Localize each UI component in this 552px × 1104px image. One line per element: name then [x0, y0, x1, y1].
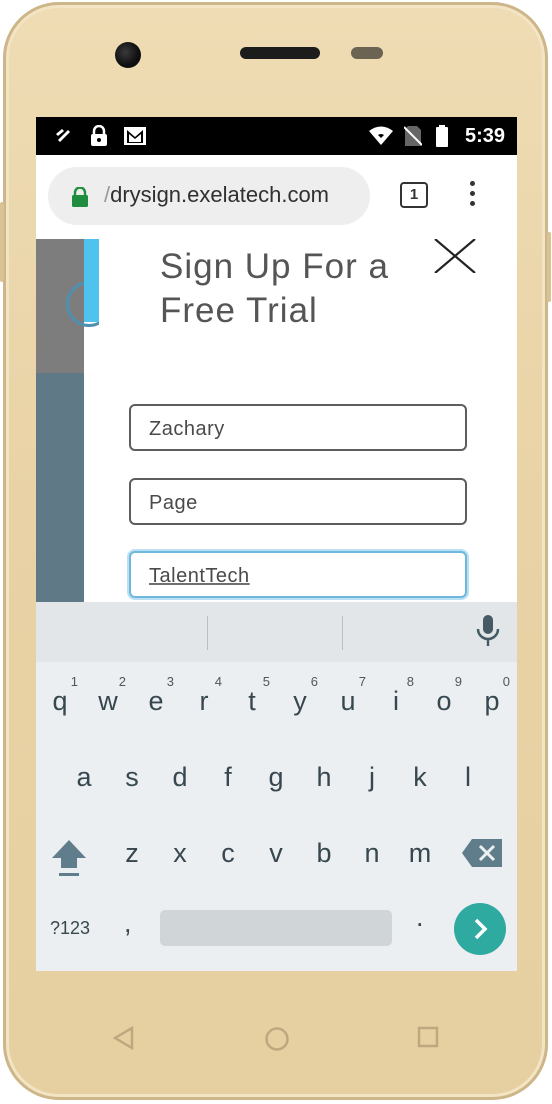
signup-modal: Sign Up For a Free Trial Zachary Page Ta… [99, 238, 517, 604]
symbols-key[interactable]: ?123 [50, 918, 90, 939]
key-r[interactable]: r4 [180, 674, 228, 717]
web-page: Sign Up For a Free Trial Zachary Page Ta… [36, 238, 517, 604]
lock-icon [88, 125, 110, 147]
url-host: drysign.exelatech.com [110, 182, 330, 207]
key-i-hint: 8 [406, 674, 414, 689]
period-key[interactable]: . [416, 902, 424, 933]
key-i-label: i [393, 686, 399, 716]
key-y[interactable]: y6 [276, 674, 324, 717]
key-e-label: e [148, 686, 164, 716]
status-time: 5:39 [464, 125, 505, 147]
front-camera [115, 42, 141, 68]
microphone-icon[interactable] [476, 615, 500, 652]
wifi-icon [368, 125, 394, 147]
key-p[interactable]: p0 [468, 674, 516, 717]
tab-switcher-icon[interactable]: 1 [400, 182, 428, 208]
key-z[interactable]: z [108, 838, 156, 869]
secure-lock-icon [72, 186, 88, 212]
backspace-icon[interactable] [462, 839, 502, 872]
key-g[interactable]: g [252, 762, 300, 793]
last-name-value: Page [149, 492, 198, 514]
space-bar[interactable] [160, 910, 392, 946]
key-t[interactable]: t5 [228, 674, 276, 717]
suggestion-divider [342, 616, 343, 650]
last-name-field[interactable]: Page [129, 478, 467, 525]
key-e-hint: 3 [166, 674, 174, 689]
power-button [547, 232, 551, 302]
key-c[interactable]: c [204, 838, 252, 869]
key-t-label: t [248, 686, 256, 716]
key-y-hint: 6 [310, 674, 318, 689]
status-bar: 5:39 [36, 117, 517, 155]
comma-key[interactable]: , [124, 908, 132, 939]
gmail-icon [122, 125, 148, 147]
key-y-label: y [293, 686, 307, 716]
shift-icon[interactable] [50, 838, 88, 883]
company-value: TalentTech [149, 565, 250, 587]
volume-button [0, 202, 4, 282]
proximity-sensor [351, 47, 383, 59]
recents-icon[interactable] [417, 1026, 439, 1053]
phone-screen: 5:39 /drysign.exelatech.com 1 Sign Up Fo… [36, 117, 517, 971]
modal-title: Sign Up For a Free Trial [160, 247, 389, 330]
suggestion-divider [207, 616, 208, 650]
key-q-label: q [52, 686, 68, 716]
key-w-label: w [98, 686, 118, 716]
back-icon[interactable] [112, 1025, 134, 1055]
company-field[interactable]: TalentTech [129, 551, 467, 598]
close-icon[interactable] [433, 238, 477, 274]
key-r-hint: 4 [214, 674, 222, 689]
key-r-label: r [199, 686, 209, 716]
key-u-label: u [340, 686, 356, 716]
key-i[interactable]: i8 [372, 674, 420, 717]
key-j[interactable]: j [348, 762, 396, 793]
key-t-hint: 5 [262, 674, 270, 689]
key-u-hint: 7 [358, 674, 366, 689]
key-b[interactable]: b [300, 838, 348, 869]
key-f[interactable]: f [204, 762, 252, 793]
earpiece-speaker [240, 47, 320, 59]
key-d[interactable]: d [156, 762, 204, 793]
battery-icon [434, 125, 450, 147]
key-a[interactable]: a [60, 762, 108, 793]
key-o-hint: 9 [454, 674, 462, 689]
key-o[interactable]: o9 [420, 674, 468, 717]
on-screen-keyboard: q1 w2 e3 r4 t5 y6 u7 i8 o9 p0 a s d f g … [36, 602, 517, 971]
next-button[interactable] [454, 903, 506, 955]
key-n[interactable]: n [348, 838, 396, 869]
key-k[interactable]: k [396, 762, 444, 793]
key-x[interactable]: x [156, 838, 204, 869]
key-l[interactable]: l [444, 762, 492, 793]
key-p-label: p [484, 686, 500, 716]
key-u[interactable]: u7 [324, 674, 372, 717]
chevron-right-icon [474, 918, 488, 940]
accent-bar [84, 239, 99, 322]
browser-toolbar: /drysign.exelatech.com 1 [36, 155, 517, 239]
key-m[interactable]: m [396, 838, 444, 869]
key-w-hint: 2 [118, 674, 126, 689]
overflow-menu-icon[interactable] [468, 181, 476, 211]
address-bar[interactable]: /drysign.exelatech.com [48, 167, 370, 225]
first-name-field[interactable]: Zachary [129, 404, 467, 451]
key-q-hint: 1 [70, 674, 78, 689]
key-s[interactable]: s [108, 762, 156, 793]
suggestion-strip [36, 602, 517, 662]
device-nav-bar [0, 1006, 552, 1066]
key-q[interactable]: q1 [36, 674, 84, 717]
home-icon[interactable] [264, 1026, 290, 1057]
key-v[interactable]: v [252, 838, 300, 869]
no-sim-icon [402, 125, 424, 147]
key-w[interactable]: w2 [84, 674, 132, 717]
key-p-hint: 0 [502, 674, 510, 689]
key-e[interactable]: e3 [132, 674, 180, 717]
first-name-value: Zachary [149, 418, 225, 440]
url-text: /drysign.exelatech.com [104, 182, 329, 208]
data-saver-icon [52, 125, 74, 147]
key-o-label: o [436, 686, 452, 716]
key-h[interactable]: h [300, 762, 348, 793]
